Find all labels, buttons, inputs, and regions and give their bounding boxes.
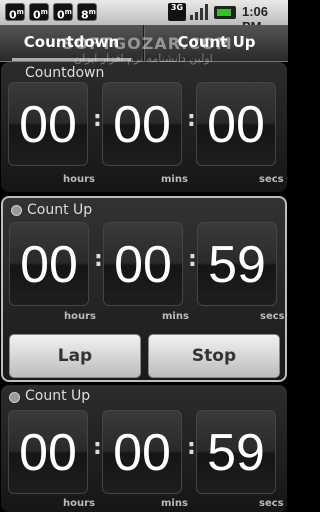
hours-display: 00 <box>8 410 88 494</box>
colon-separator: : <box>94 247 103 272</box>
count-up-timer-panel[interactable]: Count Up 00 : 00 : 59 hours mins secs La… <box>1 196 287 382</box>
mins-label: mins <box>161 174 188 185</box>
minutes-display: 00 <box>102 410 182 494</box>
seconds-display: 59 <box>197 222 277 306</box>
colon-separator: : <box>187 435 196 460</box>
panel-title: Count Up <box>27 202 93 218</box>
secs-label: secs <box>259 174 284 185</box>
status-dot-icon <box>11 205 22 216</box>
hours-label: hours <box>64 311 96 322</box>
network-3g-icon: 3G <box>168 3 186 21</box>
clock-notification-icon[interactable]: 0m <box>29 3 49 22</box>
clock-notification-icon[interactable]: 8m <box>77 3 97 22</box>
seconds-display: 59 <box>196 410 276 494</box>
countdown-timer-panel[interactable]: Countdown 00 : 00 : 00 hours mins secs <box>1 62 287 192</box>
colon-separator: : <box>188 247 197 272</box>
minutes-display: 00 <box>102 82 182 166</box>
hours-label: hours <box>63 174 95 185</box>
hours-label: hours <box>63 498 95 509</box>
watermark-subtext: اولین دانشنامه نرم افزار ایران <box>74 52 213 65</box>
hours-display: 00 <box>9 222 89 306</box>
status-dot-icon <box>9 392 20 403</box>
colon-separator: : <box>93 435 102 460</box>
secs-label: secs <box>260 311 285 322</box>
seconds-display: 00 <box>196 82 276 166</box>
lap-button[interactable]: Lap <box>9 334 141 378</box>
colon-separator: : <box>93 107 102 132</box>
colon-separator: : <box>187 107 196 132</box>
stop-button[interactable]: Stop <box>148 334 280 378</box>
signal-strength-icon <box>190 4 208 20</box>
panel-title: Countdown <box>25 65 105 81</box>
hours-display: 00 <box>8 82 88 166</box>
battery-icon <box>214 6 236 19</box>
mins-label: mins <box>162 311 189 322</box>
minutes-display: 00 <box>103 222 183 306</box>
clock-notification-icon[interactable]: 0m <box>53 3 73 22</box>
secs-label: secs <box>259 498 284 509</box>
count-up-timer-panel[interactable]: Count Up 00 : 00 : 59 hours mins secs <box>1 385 287 512</box>
panel-title: Count Up <box>25 388 91 404</box>
mins-label: mins <box>161 498 188 509</box>
clock-notification-icon[interactable]: 0m <box>5 3 25 22</box>
watermark: SOFTGOZAR.COM <box>62 34 233 53</box>
status-bar: 0m 0m 0m 8m 3G 1:06 PM <box>0 0 288 34</box>
